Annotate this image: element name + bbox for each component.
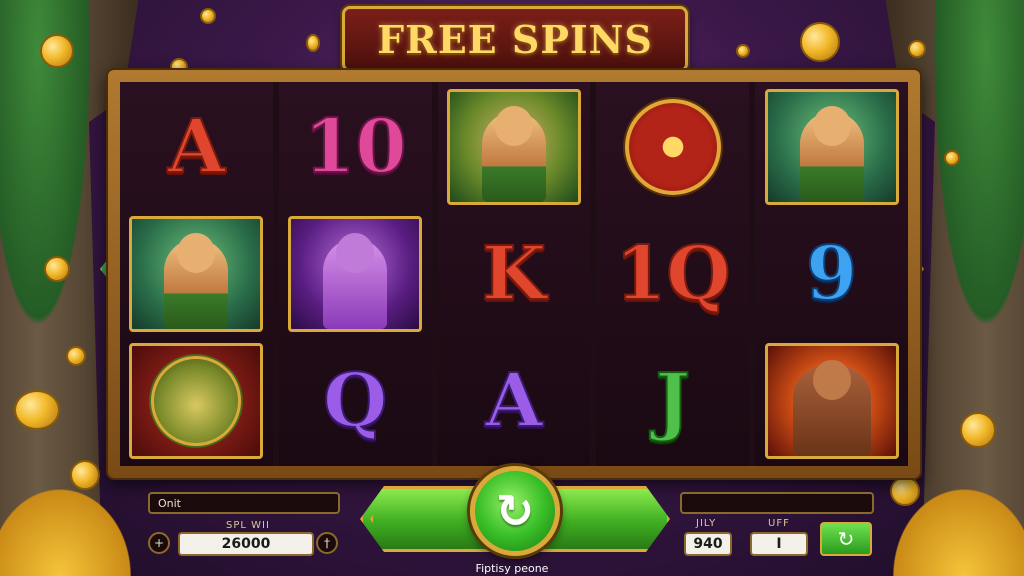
letter-symbol: Q [322,357,388,444]
reel-1: A [120,82,273,466]
gold-coin [736,44,750,58]
letter-symbol: A [167,104,226,191]
autoplay-button[interactable]: ↻ [820,522,872,556]
spin-button[interactable]: ↻ [470,466,560,556]
lines-label: UFF [768,518,790,529]
control-bar: Onit SPL WII + 26000 † ↻ JILY 940 UFF I … [130,466,900,568]
increase-button[interactable]: † [316,532,338,554]
reel-symbol [124,213,269,336]
footer-text: Fiptisy peone [475,562,549,575]
reel-symbol: 10 [283,86,428,209]
gold-coin [70,460,100,490]
reel-2: 10 Q [278,82,432,466]
reel-grid: A 10 Q K A 1Q J 9 [120,82,908,466]
character-card-icon [764,89,899,206]
character-head [336,232,375,273]
lines-value-display[interactable]: I [750,532,808,556]
lines-value: I [776,536,782,552]
right-info-field [680,492,874,514]
ape-card-icon [764,342,899,459]
reel-symbol [124,339,269,462]
autoplay-icon: ↻ [837,527,855,551]
letter-symbol: 1Q [614,230,732,317]
gold-coin [66,346,86,366]
letter-symbol: A [484,357,543,444]
bet-value: 940 [693,536,723,552]
gold-coin [800,22,840,62]
character-head [177,232,216,273]
character-card-icon [446,89,581,206]
game-title: FREE SPINS [377,16,653,62]
win-value-display: 26000 [178,532,314,556]
gold-coin [908,40,926,58]
bet-label: JILY [696,518,717,529]
reel-5: 9 [755,82,908,466]
letter-symbol: K [481,230,547,317]
reel-4: 1Q J [596,82,750,466]
reel-symbol: K [442,213,587,336]
decrease-symbol: + [153,536,165,550]
reel-3: KA [437,82,591,466]
letter-symbol: 9 [805,230,858,317]
gold-coin [960,412,996,448]
win-value: 26000 [221,536,271,552]
character-head [812,106,851,147]
gold-coin [200,8,216,24]
gold-coin [40,34,74,68]
free-spins-banner: FREE SPINS [342,6,688,72]
reel-symbol [283,213,428,336]
reel-symbol [600,86,745,209]
lion-face-icon [151,355,242,446]
reel-symbol: Q [283,339,428,462]
reel-symbol: A [442,339,587,462]
refresh-icon: ↻ [495,484,535,538]
decrease-button[interactable]: + [148,532,170,554]
character-card-icon [129,215,264,332]
left-info-field: Onit [148,492,340,514]
reel-symbol: J [600,339,745,462]
letter-symbol: J [654,357,691,444]
left-info-text: Onit [158,496,181,510]
gold-coin [14,390,60,430]
sun-shield-icon [624,99,721,196]
reel-symbol [759,339,904,462]
reel-symbol: 9 [759,213,904,336]
character-card-icon [288,215,423,332]
character-head [812,359,851,400]
gold-coin [306,34,320,52]
letter-symbol: 10 [303,104,408,191]
reel-frame: A 10 Q K A 1Q J 9 [108,70,920,478]
reel-symbol: 1Q [600,213,745,336]
gold-coin [944,150,960,166]
reel-symbol [442,86,587,209]
lion-card-icon [129,342,264,459]
gold-coin [44,256,70,282]
character-head [494,106,533,147]
win-label: SPL WII [226,520,270,531]
reel-symbol: A [124,86,269,209]
bet-value-display[interactable]: 940 [684,532,732,556]
reel-symbol [759,86,904,209]
increase-symbol: † [324,536,330,550]
